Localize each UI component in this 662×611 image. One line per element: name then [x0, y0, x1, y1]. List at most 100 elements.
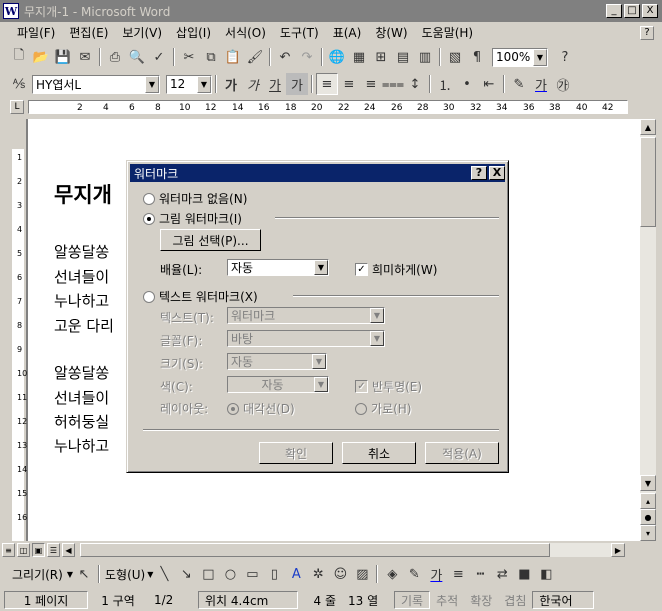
chevron-down-icon[interactable]: ▼	[145, 75, 159, 93]
prev-page-icon[interactable]: ▴	[640, 493, 656, 509]
wordart-icon[interactable]: A	[285, 563, 307, 585]
hyperlink-icon[interactable]: 🌐	[326, 46, 348, 68]
text-box-icon[interactable]: ▭	[241, 563, 263, 585]
style-icon[interactable]: ⅍	[8, 73, 30, 95]
line-spacing-icon[interactable]: ↕	[404, 73, 426, 95]
diagram-icon[interactable]: ✲	[307, 563, 329, 585]
open-folder-icon[interactable]: 📂	[30, 46, 52, 68]
select-picture-button[interactable]: 그림 선택(P)...	[160, 229, 261, 251]
text-watermark-radio[interactable]: 텍스트 워터마크(X)	[143, 288, 258, 305]
fill-color-icon[interactable]: ◈	[381, 563, 403, 585]
paste-icon[interactable]: 📋	[222, 46, 244, 68]
print-icon[interactable]: ⎙	[104, 46, 126, 68]
tab-selector[interactable]: L	[10, 100, 24, 114]
arrow-icon[interactable]: ↘	[175, 563, 197, 585]
font-size-select[interactable]: 12 ▼	[166, 74, 212, 94]
horizontal-scrollbar[interactable]: ▶	[80, 543, 625, 557]
ruler-strip[interactable]: 2 4 6 8 10 12 14 16 18 20 22 24 26 28 30…	[28, 100, 628, 114]
word-app-icon[interactable]: W	[3, 3, 19, 19]
status-trk[interactable]: 추적	[430, 591, 464, 609]
picture-watermark-radio[interactable]: 그림 워터마크(I)	[143, 210, 242, 227]
dialog-titlebar[interactable]: 워터마크 ? X	[130, 164, 505, 182]
dialog-help-button[interactable]: ?	[471, 166, 487, 180]
highlight-icon[interactable]: ✎	[508, 73, 530, 95]
close-button[interactable]: X	[642, 4, 658, 18]
print-preview-icon[interactable]: 🔍	[126, 46, 148, 68]
new-document-icon[interactable]: 🗋	[8, 46, 30, 68]
draw-font-color-icon[interactable]: 가	[425, 563, 447, 585]
char-shading-button[interactable]: 가	[286, 73, 308, 95]
scale-select[interactable]: 자동 ▼	[227, 259, 329, 276]
next-page-icon[interactable]: ▾	[640, 525, 656, 541]
insert-picture-icon[interactable]: ▨	[351, 563, 373, 585]
scroll-left-icon[interactable]: ◀	[62, 543, 75, 557]
undo-icon[interactable]: ↶	[274, 46, 296, 68]
spelling-icon[interactable]: ✓	[148, 46, 170, 68]
chevron-down-icon[interactable]: ▼	[314, 260, 328, 275]
status-language[interactable]: 한국어	[532, 591, 595, 609]
status-ext[interactable]: 확장	[464, 591, 498, 609]
dash-style-icon[interactable]: ┅	[469, 563, 491, 585]
menu-table[interactable]: 표(A)	[326, 24, 369, 41]
3d-icon[interactable]: ◧	[535, 563, 557, 585]
vertical-scrollbar[interactable]: ▲ ▼ ▴ ● ▾	[640, 119, 656, 541]
washout-checkbox[interactable]: ✓ 희미하게(W)	[355, 261, 437, 278]
select-objects-icon[interactable]: ↖	[73, 563, 95, 585]
web-layout-icon[interactable]: ◫	[17, 543, 30, 557]
menu-view[interactable]: 보기(V)	[115, 24, 169, 41]
draw-menu-button[interactable]: 그리기(R)	[8, 566, 67, 583]
line-style-icon[interactable]: ≡	[447, 563, 469, 585]
font-color-icon[interactable]: 가	[530, 73, 552, 95]
outline-view-icon[interactable]: ☰	[47, 543, 60, 557]
font-select[interactable]: HY엽서L ▼	[32, 74, 160, 94]
no-watermark-radio[interactable]: 워터마크 없음(N)	[143, 190, 247, 207]
dialog-close-button[interactable]: X	[489, 166, 505, 180]
status-rec[interactable]: 기록	[394, 591, 431, 609]
shadow-icon[interactable]: ■	[513, 563, 535, 585]
normal-view-icon[interactable]: ≡	[2, 543, 15, 557]
minimize-button[interactable]: _	[606, 4, 622, 18]
align-justify-icon[interactable]: ≡	[316, 73, 338, 95]
help-assistant-icon[interactable]: ?	[554, 46, 576, 68]
save-icon[interactable]: 💾	[52, 46, 74, 68]
scroll-right-icon[interactable]: ▶	[611, 543, 625, 557]
bullets-icon[interactable]: •	[456, 73, 478, 95]
distribute-icon[interactable]: ⩶	[382, 73, 404, 95]
cancel-button[interactable]: 취소	[342, 442, 416, 464]
horizontal-scroll-thumb[interactable]	[80, 543, 550, 557]
menu-help[interactable]: 도움말(H)	[415, 24, 481, 41]
arrow-style-icon[interactable]: ⇄	[491, 563, 513, 585]
redo-icon[interactable]: ↷	[296, 46, 318, 68]
align-center-icon[interactable]: ≡	[338, 73, 360, 95]
menu-format[interactable]: 서식(O)	[218, 24, 273, 41]
vertical-text-box-icon[interactable]: ▯	[263, 563, 285, 585]
line-color-icon[interactable]: ✎	[403, 563, 425, 585]
tables-borders-icon[interactable]: ▦	[348, 46, 370, 68]
document-map-icon[interactable]: ▧	[444, 46, 466, 68]
chevron-down-icon[interactable]: ▼	[197, 75, 211, 93]
clip-art-icon[interactable]: ☺	[329, 563, 351, 585]
email-icon[interactable]: ✉	[74, 46, 96, 68]
format-painter-icon[interactable]: 🖌	[244, 46, 266, 68]
cut-icon[interactable]: ✂	[178, 46, 200, 68]
select-browse-object-icon[interactable]: ●	[640, 509, 656, 525]
columns-icon[interactable]: ▥	[414, 46, 436, 68]
rectangle-icon[interactable]: □	[197, 563, 219, 585]
enclosed-char-icon[interactable]: ㉮	[552, 73, 574, 95]
bold-button[interactable]: 가	[220, 73, 242, 95]
menu-window[interactable]: 창(W)	[368, 24, 414, 41]
copy-icon[interactable]: ⧉	[200, 46, 222, 68]
maximize-button[interactable]: □	[624, 4, 640, 18]
menu-file[interactable]: 파일(F)	[10, 24, 62, 41]
help-question-button[interactable]: ?	[640, 25, 654, 40]
horizontal-ruler[interactable]: L 2 4 6 8 10 12 14 16 18 20 22 24 26 28 …	[0, 97, 662, 119]
menu-insert[interactable]: 삽입(I)	[169, 24, 218, 41]
show-hide-icon[interactable]: ¶	[466, 46, 488, 68]
numbering-icon[interactable]: ⒈	[434, 73, 456, 95]
underline-button[interactable]: 가	[264, 73, 286, 95]
insert-table-icon[interactable]: ⊞	[370, 46, 392, 68]
scroll-down-icon[interactable]: ▼	[640, 475, 656, 491]
oval-icon[interactable]: ○	[219, 563, 241, 585]
scroll-thumb[interactable]	[640, 137, 656, 227]
decrease-indent-icon[interactable]: ⇤	[478, 73, 500, 95]
